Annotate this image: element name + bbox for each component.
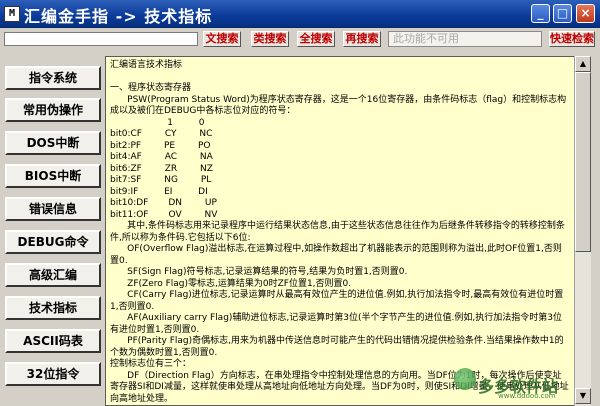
content-text: 汇编语言技术指标 一、程序状态寄存器 PSW(Program Status Wo… <box>110 60 569 404</box>
toolbar: 文搜索 类搜索 全搜索 再搜索 此功能不可用 快速检索 <box>0 28 600 50</box>
sidebar-item-pseudo-ops[interactable]: 常用伪操作 <box>5 98 101 122</box>
window-title: 汇编金手指 -> 技术指标 <box>24 7 213 26</box>
disabled-field: 此功能不可用 <box>388 31 542 47</box>
watermark-subtext: www.ddooo.com <box>498 392 556 400</box>
sidebar-item-error-info[interactable]: 错误信息 <box>5 197 101 221</box>
close-button[interactable]: × <box>576 4 595 23</box>
content-panel[interactable]: 汇编语言技术指标 一、程序状态寄存器 PSW(Program Status Wo… <box>105 56 574 406</box>
sidebar-item-debug-commands[interactable]: DEBUG命令 <box>5 230 101 254</box>
watermark-logo-icon <box>454 368 476 390</box>
sidebar-item-tech-specs[interactable]: 技术指标 <box>5 296 101 320</box>
sidebar-item-32bit-instructions[interactable]: 32位指令 <box>5 362 101 386</box>
maximize-button[interactable]: □ <box>553 4 572 23</box>
sidebar: 指令系统 常用伪操作 DOS中断 BIOS中断 错误信息 DEBUG命令 高级汇… <box>0 58 105 406</box>
minimize-button[interactable]: _ <box>531 4 550 23</box>
vertical-scrollbar[interactable]: ▲ ▼ <box>574 56 591 406</box>
title-bar: M 汇编金手指 -> 技术指标 _ □ × <box>0 0 600 28</box>
sidebar-item-advanced-asm[interactable]: 高级汇编 <box>5 263 101 287</box>
sidebar-item-bios-interrupt[interactable]: BIOS中断 <box>5 164 101 188</box>
full-search-button[interactable]: 全搜索 <box>297 31 335 47</box>
sidebar-item-dos-interrupt[interactable]: DOS中断 <box>5 131 101 155</box>
sidebar-item-instruction-set[interactable]: 指令系统 <box>5 66 101 90</box>
app-icon: M <box>4 6 20 22</box>
scroll-down-icon[interactable]: ▼ <box>575 388 591 404</box>
scroll-up-icon[interactable]: ▲ <box>575 56 591 72</box>
category-search-button[interactable]: 类搜索 <box>251 31 289 47</box>
search-again-button[interactable]: 再搜索 <box>343 31 381 47</box>
sidebar-item-ascii-table[interactable]: ASCII码表 <box>5 329 101 353</box>
text-search-button[interactable]: 文搜索 <box>203 31 241 47</box>
scroll-thumb[interactable] <box>575 72 591 252</box>
search-input[interactable] <box>4 32 198 46</box>
quick-search-button[interactable]: 快速检索 <box>549 31 595 47</box>
